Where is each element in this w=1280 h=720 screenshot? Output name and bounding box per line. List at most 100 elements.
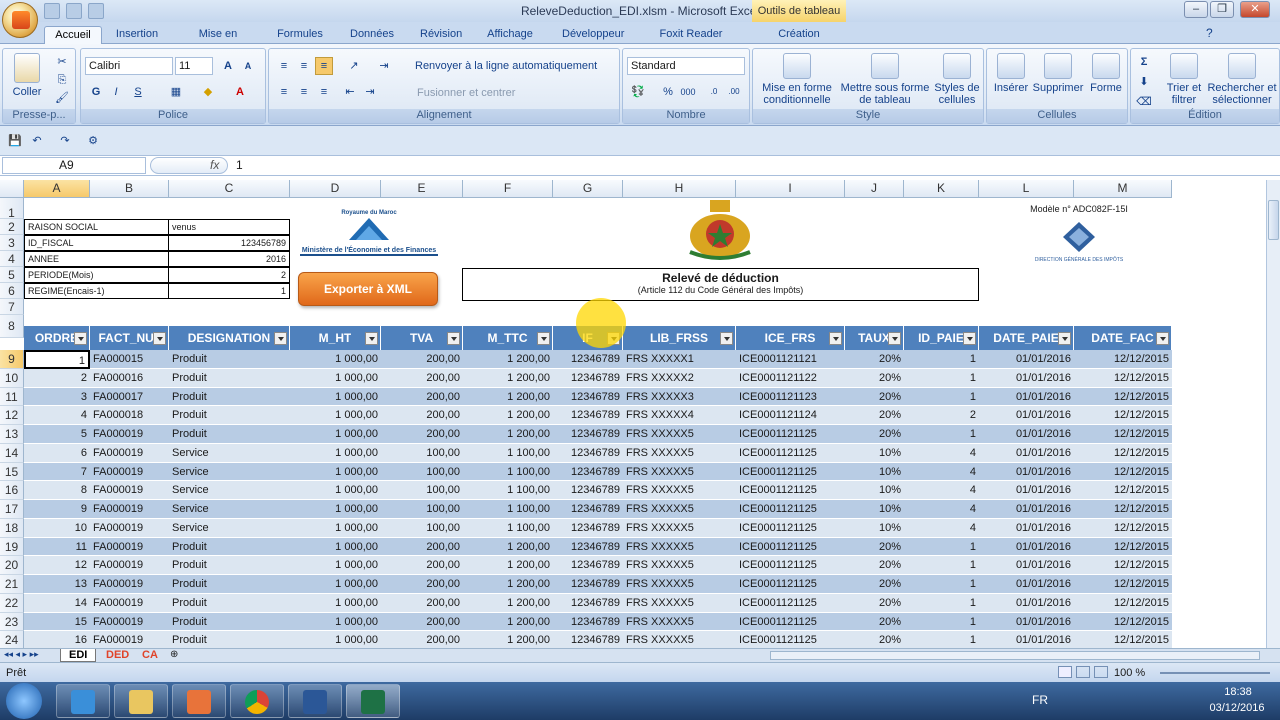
table-cell-id-paie[interactable]: 1 [904,350,979,369]
tab-insertion[interactable]: Insertion [108,26,166,44]
row-header-4[interactable]: 4 [0,251,24,267]
horizontal-scrollbar[interactable] [770,651,1260,660]
table-cell-if[interactable]: 12346789 [553,463,623,482]
table-cell-if[interactable]: 12346789 [553,519,623,538]
table-cell-ordre[interactable]: 11 [24,538,90,557]
filter-dropdown-icon[interactable] [74,332,87,345]
table-cell-designation[interactable]: Service [169,444,290,463]
table-cell-tva[interactable]: 100,00 [381,500,463,519]
table-cell-ordre[interactable]: 9 [24,500,90,519]
table-cell-ice-frs[interactable]: ICE0001121125 [736,556,845,575]
bold-button[interactable]: G [87,83,105,101]
table-cell-m-ttc[interactable]: 1 200,00 [463,425,553,444]
table-cell-lib-frss[interactable]: FRS XXXXX1 [623,350,736,369]
table-cell-designation[interactable]: Service [169,481,290,500]
filter-dropdown-icon[interactable] [1058,332,1071,345]
table-cell-fact-num[interactable]: FA000019 [90,575,169,594]
table-cell-ordre[interactable]: 10 [24,519,90,538]
table-cell-id-paie[interactable]: 1 [904,613,979,632]
table-cell-lib-frss[interactable]: FRS XXXXX2 [623,369,736,388]
table-cell-id-paie[interactable]: 1 [904,594,979,613]
table-cell-m-ht[interactable]: 1 000,00 [290,575,381,594]
table-cell-m-ttc[interactable]: 1 200,00 [463,594,553,613]
row-header-6[interactable]: 6 [0,283,24,299]
zoom-level[interactable]: 100 % [1114,667,1145,679]
table-cell-ice-frs[interactable]: ICE0001121125 [736,613,845,632]
table-cell-lib-frss[interactable]: FRS XXXXX4 [623,406,736,425]
decrease-decimal-icon[interactable]: .00 [725,83,743,101]
name-box[interactable]: A9 [2,157,146,174]
table-cell-ordre[interactable]: 3 [24,388,90,407]
table-cell-ice-frs[interactable]: ICE0001121125 [736,519,845,538]
table-cell-tva[interactable]: 200,00 [381,538,463,557]
table-cell-date-paie[interactable]: 01/01/2016 [979,425,1074,444]
table-cell-lib-frss[interactable]: FRS XXXXX5 [623,425,736,444]
table-cell-m-ht[interactable]: 1 000,00 [290,350,381,369]
row-header-1[interactable]: 1 [0,198,24,220]
orientation-icon[interactable]: ↗ [345,57,363,75]
autosum-icon[interactable]: Σ [1135,53,1153,71]
table-cell-taux[interactable]: 10% [845,444,904,463]
column-header-j[interactable]: J [845,180,904,198]
align-middle-icon[interactable]: ≡ [295,57,313,75]
table-cell-date-fac[interactable]: 12/12/2015 [1074,500,1172,519]
table-cell-date-paie[interactable]: 01/01/2016 [979,519,1074,538]
table-cell-taux[interactable]: 10% [845,463,904,482]
sort-filter-button[interactable]: Trier et filtrer [1159,53,1209,106]
save-icon[interactable]: 💾 [6,132,24,150]
cut-icon[interactable]: ✂ [53,53,71,71]
table-cell-id-paie[interactable]: 4 [904,481,979,500]
table-cell-m-ht[interactable]: 1 000,00 [290,444,381,463]
table-header-ice-frs[interactable]: ICE_FRS [736,326,845,350]
table-cell-tva[interactable]: 200,00 [381,575,463,594]
tab-affichage[interactable]: Affichage [480,26,540,44]
page-break-icon[interactable] [1094,666,1108,678]
table-cell-if[interactable]: 12346789 [553,575,623,594]
page-layout-icon[interactable] [1076,666,1090,678]
table-cell-designation[interactable]: Produit [169,425,290,444]
scroll-thumb[interactable] [1268,200,1279,240]
table-cell-ordre[interactable]: 8 [24,481,90,500]
shrink-font-icon[interactable]: A [239,57,257,75]
table-cell-lib-frss[interactable]: FRS XXXXX5 [623,444,736,463]
table-cell-tva[interactable]: 200,00 [381,556,463,575]
table-cell-date-paie[interactable]: 01/01/2016 [979,613,1074,632]
table-cell-date-fac[interactable]: 12/12/2015 [1074,481,1172,500]
tab-developpeur[interactable]: Développeur [556,26,628,44]
cell-styles-button[interactable]: Styles de cellules [931,53,983,106]
taskbar-ie[interactable] [56,684,110,718]
table-cell-if[interactable]: 12346789 [553,538,623,557]
row-header-9[interactable]: 9 [0,350,24,369]
merge-center-button[interactable]: Fusionner et centrer [417,87,617,99]
table-cell-date-fac[interactable]: 12/12/2015 [1074,388,1172,407]
table-cell-ordre[interactable]: 6 [24,444,90,463]
table-cell-date-paie[interactable]: 01/01/2016 [979,463,1074,482]
table-cell-m-ttc[interactable]: 1 200,00 [463,350,553,369]
table-cell-date-paie[interactable]: 01/01/2016 [979,500,1074,519]
table-cell-date-paie[interactable]: 01/01/2016 [979,369,1074,388]
table-cell-date-fac[interactable]: 12/12/2015 [1074,519,1172,538]
table-cell-ice-frs[interactable]: ICE0001121125 [736,425,845,444]
table-cell-fact-num[interactable]: FA000016 [90,369,169,388]
tab-donnees[interactable]: Données [344,26,400,44]
table-cell-ice-frs[interactable]: ICE0001121123 [736,388,845,407]
table-cell-m-ttc[interactable]: 1 200,00 [463,369,553,388]
taskbar-word[interactable] [288,684,342,718]
column-header-a[interactable]: A [24,180,90,198]
table-cell-m-ttc[interactable]: 1 200,00 [463,406,553,425]
table-cell-taux[interactable]: 10% [845,481,904,500]
minimize-button[interactable]: – [1184,1,1208,18]
sheet-tab-ca[interactable]: CA [134,649,166,662]
info-value[interactable]: 1 [168,283,290,299]
table-cell-ordre[interactable]: 15 [24,613,90,632]
column-header-d[interactable]: D [290,180,381,198]
conditional-format-button[interactable]: Mise en forme conditionnelle [757,53,837,106]
sheet-nav-icons[interactable]: ◂◂ ◂ ▸ ▸▸ [4,649,39,660]
table-cell-fact-num[interactable]: FA000019 [90,613,169,632]
tab-foxit[interactable]: Foxit Reader PDF [644,26,738,56]
increase-indent-icon[interactable]: ⇥ [361,83,379,101]
table-cell-m-ht[interactable]: 1 000,00 [290,425,381,444]
row-header-18[interactable]: 18 [0,518,24,538]
table-cell-fact-num[interactable]: FA000017 [90,388,169,407]
row-header-20[interactable]: 20 [0,556,24,575]
